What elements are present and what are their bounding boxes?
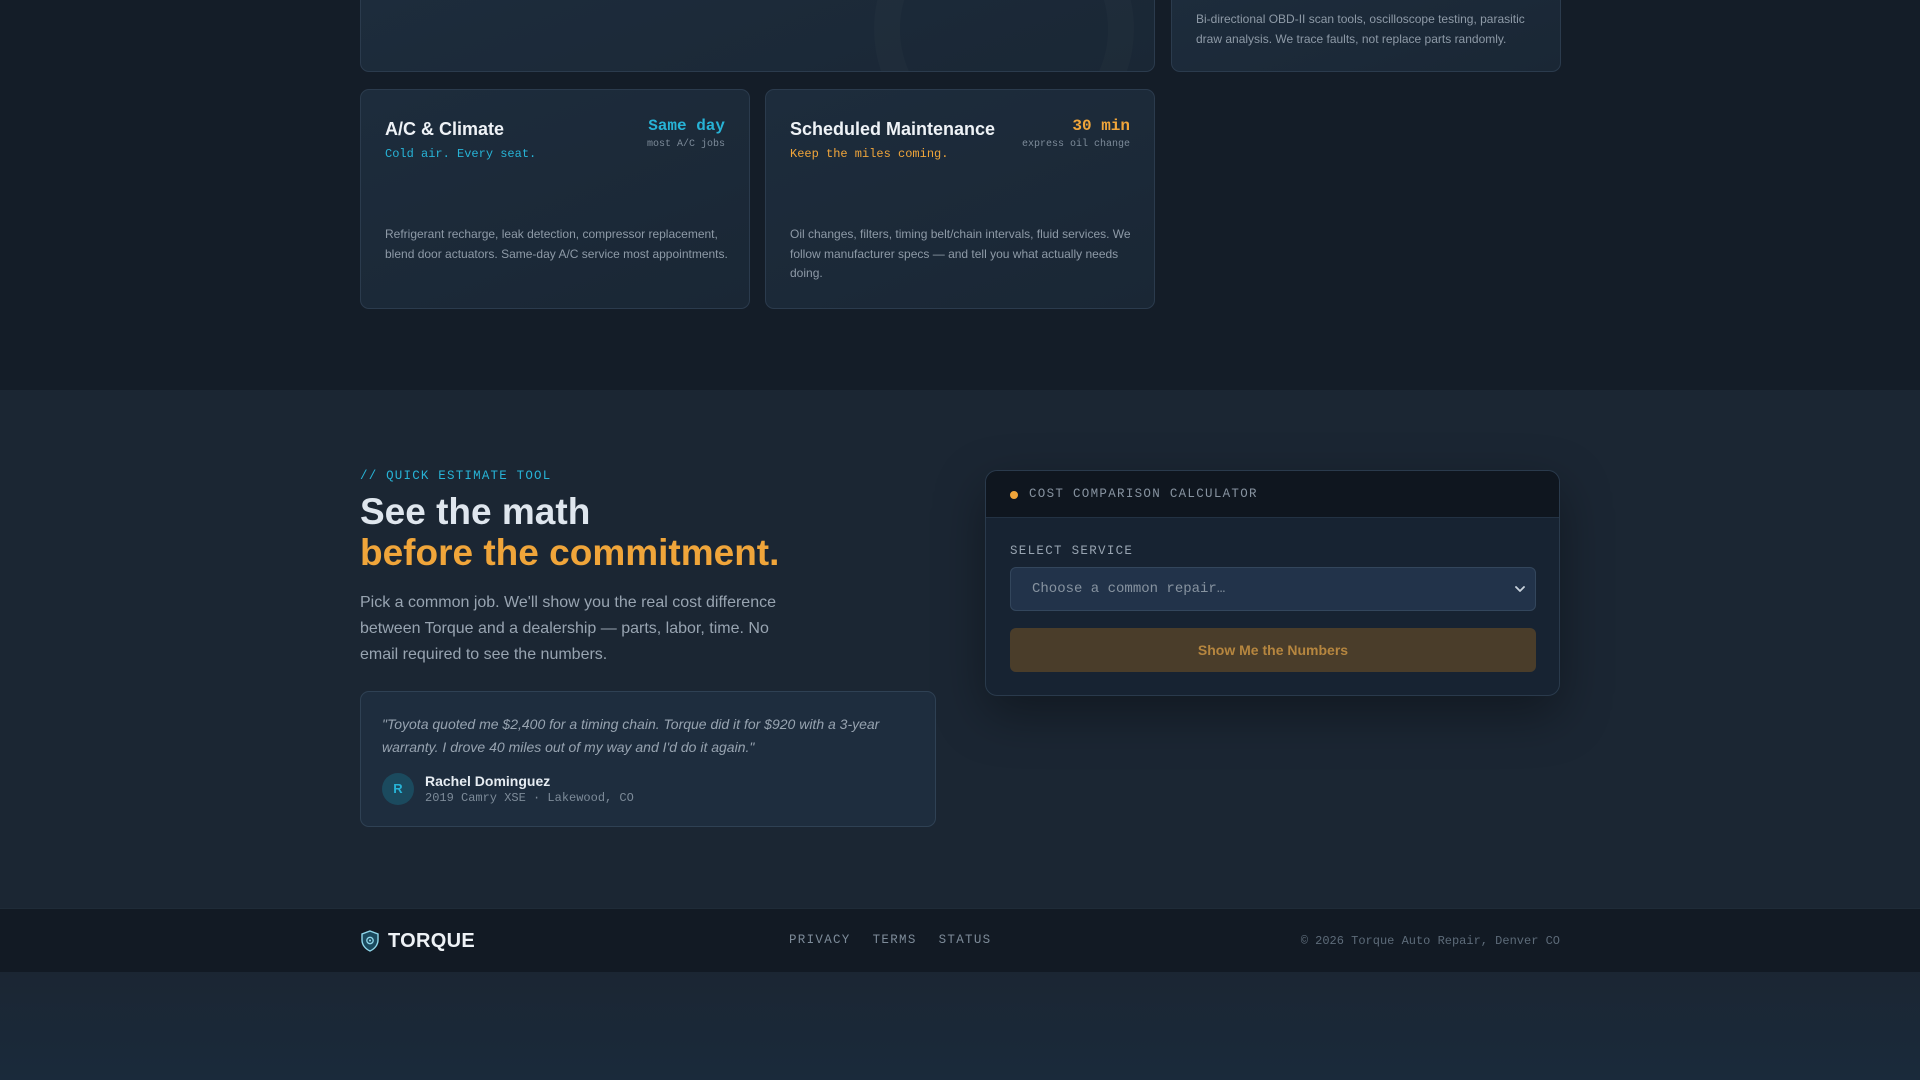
service-tagline: Keep the miles coming. xyxy=(790,147,949,161)
metric-caption: most A/C jobs xyxy=(646,139,725,150)
metric-value: 30 min xyxy=(1072,117,1130,135)
footer-link-terms[interactable]: TERMS xyxy=(873,933,917,947)
page-bottom xyxy=(0,972,1920,1080)
show-numbers-button[interactable]: Show Me the Numbers xyxy=(1010,628,1536,672)
metric-caption: express oil change xyxy=(1021,139,1130,150)
services-section: Bi-directional OBD-II scan tools, oscill… xyxy=(0,0,1920,390)
service-select[interactable]: Choose a common repair… xyxy=(1010,567,1536,611)
footer-logo[interactable]: TORQUE xyxy=(360,928,475,954)
service-metric: Same day most A/C jobs xyxy=(647,117,725,150)
decorative-swirl xyxy=(874,0,1134,71)
testimonial-meta: 2019 Camry XSE · Lakewood, CO xyxy=(425,791,634,805)
section-headline: See the math before the commitment. xyxy=(360,491,779,573)
testimonial-author: Rachel Dominguez xyxy=(425,773,551,789)
footer-nav: PRIVACY TERMS STATUS xyxy=(789,933,1013,947)
service-description: Bi-directional OBD-II scan tools, oscill… xyxy=(1196,12,1525,46)
status-dot-icon xyxy=(1010,491,1018,499)
metric-value: Same day xyxy=(648,117,725,135)
testimonial-card: "Toyota quoted me $2,400 for a timing ch… xyxy=(360,691,936,827)
cost-calculator-panel: COST COMPARISON CALCULATOR SELECT SERVIC… xyxy=(985,470,1560,696)
headline-line-2: before the commitment. xyxy=(360,532,780,573)
calculator-header: COST COMPARISON CALCULATOR xyxy=(986,471,1559,518)
service-title: A/C & Climate xyxy=(385,119,505,139)
copyright: © 2026 Torque Auto Repair, Denver CO xyxy=(1300,934,1560,948)
footer-link-status[interactable]: STATUS xyxy=(939,933,992,947)
estimate-section xyxy=(0,390,1920,908)
brand-name: TORQUE xyxy=(388,929,475,952)
service-description: Refrigerant recharge, leak detection, co… xyxy=(385,227,728,261)
service-card-ac-climate[interactable]: A/C & Climate Cold air. Every seat. Same… xyxy=(360,89,750,309)
calculator-title: COST COMPARISON CALCULATOR xyxy=(1029,487,1258,501)
chevron-down-icon xyxy=(1515,586,1525,592)
page: Bi-directional OBD-II scan tools, oscill… xyxy=(0,0,1920,1080)
section-lead: Pick a common job. We'll show you the re… xyxy=(360,594,776,663)
service-title: Scheduled Maintenance xyxy=(790,119,996,139)
footer: TORQUE PRIVACY TERMS STATUS © 2026 Torqu… xyxy=(0,908,1920,972)
shield-icon xyxy=(361,930,379,952)
section-eyebrow: // QUICK ESTIMATE TOOL xyxy=(360,469,552,483)
service-card-diagnostics: Bi-directional OBD-II scan tools, oscill… xyxy=(1171,0,1561,72)
service-metric: 30 min express oil change xyxy=(1022,117,1130,150)
service-select-placeholder: Choose a common repair… xyxy=(1032,581,1226,597)
select-service-label: SELECT SERVICE xyxy=(1010,544,1134,558)
footer-link-privacy[interactable]: PRIVACY xyxy=(789,933,851,947)
headline-line-1: See the math xyxy=(360,491,591,532)
service-card-scheduled-maintenance[interactable]: Scheduled Maintenance Keep the miles com… xyxy=(765,89,1155,309)
service-card-diagnostics-visual xyxy=(360,0,1155,72)
service-description: Oil changes, filters, timing belt/chain … xyxy=(790,227,1131,280)
service-tagline: Cold air. Every seat. xyxy=(385,147,537,161)
testimonial-quote: "Toyota quoted me $2,400 for a timing ch… xyxy=(382,716,880,755)
avatar: R xyxy=(382,773,414,805)
